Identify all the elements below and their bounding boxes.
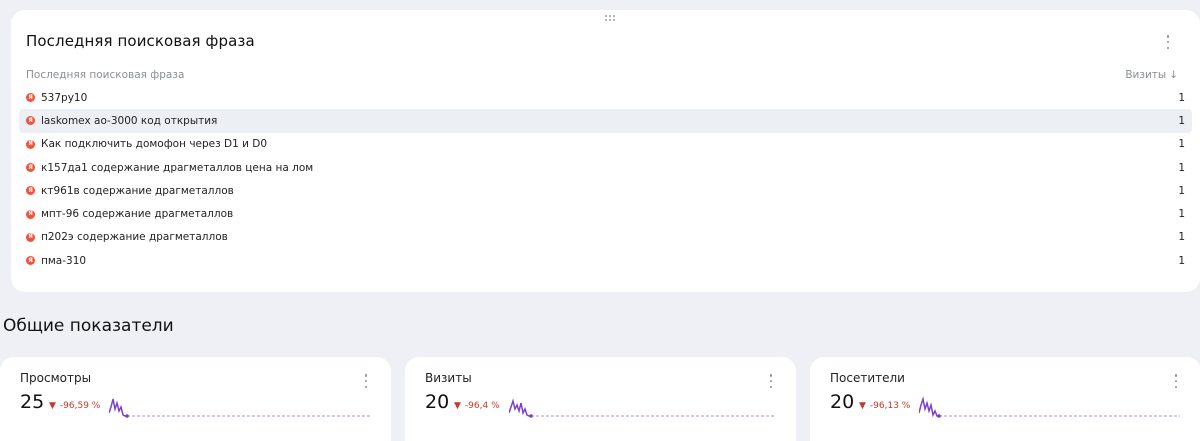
- yandex-icon: Я: [26, 256, 35, 266]
- yandex-icon: Я: [26, 186, 35, 196]
- phrase-text: к157да1 содержание драгметаллов цена на …: [41, 161, 314, 174]
- yandex-icon: Я: [26, 232, 35, 242]
- yandex-icon: Я: [26, 139, 35, 149]
- yandex-icon: Я: [26, 93, 35, 103]
- table-row[interactable]: Якт961в содержание драгметаллов 1: [19, 179, 1192, 202]
- table-row[interactable]: Ямпт-96 содержание драгметаллов 1: [19, 202, 1192, 225]
- phrase-text: п202э содержание драгметаллов: [41, 231, 228, 244]
- yandex-icon: Я: [26, 163, 35, 173]
- down-triangle-icon: ▼: [859, 401, 866, 411]
- visits-value: 1: [1178, 138, 1185, 151]
- sort-down-icon: ↓: [1169, 69, 1178, 81]
- metric-change-value: -96,13 %: [869, 401, 911, 411]
- sparkline-chart: [109, 398, 370, 418]
- widget-title: Последняя поисковая фраза: [26, 32, 255, 50]
- down-triangle-icon: ▼: [49, 401, 56, 411]
- sparkline-chart: [919, 396, 1180, 418]
- visits-value: 1: [1178, 91, 1185, 104]
- metric-menu-icon[interactable]: [1171, 374, 1181, 388]
- sparkline-chart: [509, 398, 774, 418]
- metric-change: ▼ -96,4 %: [454, 401, 500, 411]
- metric-menu-icon[interactable]: [361, 374, 371, 388]
- phrase-text: 537ру10: [41, 91, 88, 104]
- search-phrase-widget: Последняя поисковая фраза Последняя поис…: [11, 10, 1200, 292]
- metric-value: 20: [425, 391, 450, 413]
- visits-value: 1: [1178, 184, 1185, 197]
- table-row[interactable]: Яп202э содержание драгметаллов 1: [19, 226, 1192, 249]
- table-row[interactable]: Япма-310 1: [19, 249, 1192, 272]
- table-row[interactable]: Я Как подключить домофон через D1 и D0 1: [19, 133, 1192, 156]
- yandex-icon: Я: [26, 116, 35, 126]
- visits-value: 1: [1178, 161, 1185, 174]
- metric-card-visitors: Посетители 20 ▼ -96,13 %: [810, 357, 1200, 441]
- metric-change: ▼ -96,13 %: [859, 401, 910, 411]
- phrase-text: кт961в содержание драгметаллов: [41, 184, 234, 197]
- metric-menu-icon[interactable]: [766, 374, 776, 388]
- metric-card-visits: Визиты 20 ▼ -96,4 %: [405, 357, 796, 441]
- column-header-phrase: Последняя поисковая фраза: [26, 69, 185, 81]
- visits-value: 1: [1178, 231, 1185, 244]
- phrase-text: Как подключить домофон через D1 и D0: [41, 138, 268, 151]
- visits-value: 1: [1178, 114, 1185, 127]
- table-row[interactable]: Я 537ру10 1: [19, 86, 1192, 109]
- table-row[interactable]: Яlaskomex ao-3000 код открытия 1: [19, 109, 1192, 133]
- metric-card-pageviews: Просмотры 25 ▼ -96,59 %: [0, 357, 391, 441]
- table-row[interactable]: Як157да1 содержание драгметаллов цена на…: [19, 156, 1192, 179]
- metric-title: Визиты: [425, 371, 472, 385]
- metric-value: 20: [830, 391, 855, 413]
- metric-title: Просмотры: [20, 371, 92, 385]
- down-triangle-icon: ▼: [454, 401, 461, 411]
- column-header-visits[interactable]: Визиты ↓: [1125, 69, 1178, 81]
- yandex-icon: Я: [26, 209, 35, 219]
- visits-value: 1: [1178, 254, 1185, 267]
- phrase-text: мпт-96 содержание драгметаллов: [41, 208, 234, 221]
- metric-change: ▼ -96,59 %: [49, 401, 100, 411]
- metric-change-value: -96,59 %: [59, 401, 101, 411]
- metric-title: Посетители: [830, 371, 905, 385]
- phrase-text: пма-310: [41, 254, 87, 267]
- section-title: Общие показатели: [3, 316, 174, 336]
- drag-handle-icon[interactable]: [605, 15, 617, 23]
- widget-menu-icon[interactable]: [1163, 35, 1173, 49]
- visits-value: 1: [1178, 208, 1185, 221]
- metric-value: 25: [20, 391, 45, 413]
- metric-change-value: -96,4 %: [464, 401, 500, 411]
- phrase-text: laskomex ao-3000 код открытия: [41, 114, 218, 127]
- column-header-visits-label: Визиты: [1125, 69, 1167, 81]
- phrase-list: Я 537ру10 1 Яlaskomex ao-3000 код открытия 1…: [19, 86, 1192, 272]
